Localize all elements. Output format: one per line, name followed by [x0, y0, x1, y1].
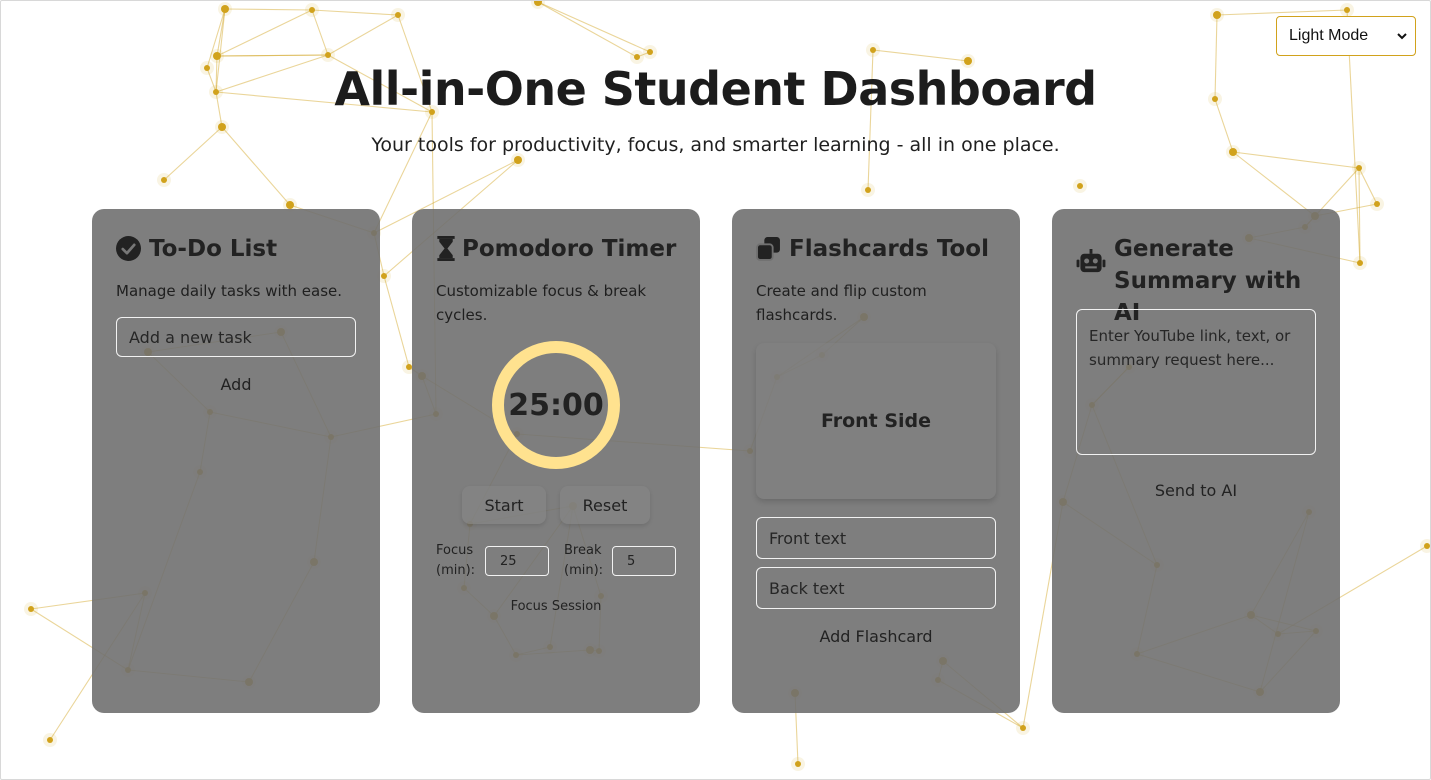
network-node: [218, 123, 226, 131]
network-link: [537, 1, 651, 53]
start-button[interactable]: Start: [462, 486, 546, 524]
robot-icon: [1076, 249, 1106, 273]
network-node: [870, 47, 876, 53]
reset-button[interactable]: Reset: [560, 486, 650, 524]
network-node: [1213, 11, 1221, 19]
network-node: [865, 187, 871, 193]
network-node: [1374, 201, 1380, 207]
network-node: [1424, 543, 1430, 549]
network-link: [1216, 9, 1348, 16]
todo-card-header: To-Do List: [116, 233, 364, 265]
network-link: [216, 54, 329, 57]
network-node: [1077, 183, 1083, 189]
page-title: All-in-One Student Dashboard: [334, 62, 1097, 116]
new-task-input[interactable]: Add a new task: [116, 317, 356, 357]
flashcard-face-text: Front Side: [820, 410, 932, 432]
timer-time: 25:00: [508, 387, 604, 423]
network-link: [216, 9, 313, 57]
network-link: [537, 1, 638, 58]
network-node: [221, 5, 229, 13]
ai-summary-card: Generate Summary with AI Enter YouTube l…: [1052, 209, 1340, 713]
todo-card: To-Do List Manage daily tasks with ease.…: [92, 209, 380, 713]
network-node: [213, 52, 221, 60]
back-text-input[interactable]: Back text: [756, 567, 996, 609]
cards-stack-icon: [756, 237, 780, 261]
network-node: [514, 156, 522, 164]
todo-description: Manage daily tasks with ease.: [116, 282, 343, 300]
network-link: [311, 9, 329, 56]
todo-title: To-Do List: [149, 236, 278, 262]
focus-minutes-label: Focus (min):: [436, 543, 476, 578]
pomodoro-card: Pomodoro Timer Customizable focus & brea…: [412, 209, 700, 713]
network-node: [381, 273, 387, 279]
focus-minutes-value: 25: [500, 553, 517, 569]
focus-minutes-input[interactable]: 25: [485, 546, 549, 576]
network-node: [1344, 7, 1350, 13]
hourglass-icon: [437, 236, 455, 261]
front-text-placeholder: Front text: [769, 528, 847, 548]
network-link: [1232, 151, 1316, 217]
network-node: [634, 54, 640, 60]
flashcards-card: Flashcards Tool Create and flip custom f…: [732, 209, 1020, 713]
new-task-placeholder: Add a new task: [129, 327, 252, 347]
break-minutes-input[interactable]: 5: [612, 546, 676, 576]
ai-request-textarea[interactable]: Enter YouTube link, text, or summary req…: [1076, 309, 1316, 455]
break-minutes-value: 5: [627, 553, 636, 569]
pomodoro-card-header: Pomodoro Timer: [436, 233, 684, 265]
network-node: [1357, 260, 1363, 266]
network-link: [872, 49, 969, 62]
pomodoro-description: Customizable focus & break cycles.: [436, 282, 647, 324]
page-subtitle: Your tools for productivity, focus, and …: [371, 134, 1060, 156]
flashcards-title: Flashcards Tool: [789, 236, 989, 262]
check-circle-icon: [116, 236, 141, 261]
pomodoro-title: Pomodoro Timer: [462, 236, 677, 262]
network-node: [47, 737, 53, 743]
network-node: [309, 7, 315, 13]
timer-display: 25:00: [492, 341, 620, 469]
theme-mode-select[interactable]: Light Mode: [1276, 16, 1416, 56]
network-link: [383, 275, 410, 368]
network-node: [28, 606, 34, 612]
back-text-placeholder: Back text: [769, 578, 845, 598]
network-link: [327, 14, 399, 56]
ai-request-placeholder: Enter YouTube link, text, or summary req…: [1089, 327, 1291, 369]
network-node: [647, 49, 653, 55]
network-node: [161, 177, 167, 183]
theme-mode-value: Light Mode: [1289, 27, 1369, 44]
add-task-button[interactable]: Add: [116, 375, 356, 394]
network-node: [795, 761, 801, 767]
network-node: [1020, 725, 1026, 731]
network-node: [286, 201, 294, 209]
flashcard[interactable]: Front Side: [756, 343, 996, 499]
network-node: [325, 52, 331, 58]
network-link: [224, 8, 313, 11]
break-minutes-label: Break (min):: [564, 543, 604, 578]
send-to-ai-button[interactable]: Send to AI: [1076, 481, 1316, 500]
flashcards-description: Create and flip custom flashcards.: [756, 282, 927, 324]
network-link: [311, 9, 399, 16]
chevron-down-icon: [1397, 33, 1407, 40]
network-node: [1356, 165, 1362, 171]
flashcards-card-header: Flashcards Tool: [756, 233, 1004, 265]
network-node: [395, 12, 401, 18]
add-flashcard-button[interactable]: Add Flashcard: [756, 627, 996, 646]
session-status: Focus Session: [510, 599, 602, 614]
front-text-input[interactable]: Front text: [756, 517, 996, 559]
